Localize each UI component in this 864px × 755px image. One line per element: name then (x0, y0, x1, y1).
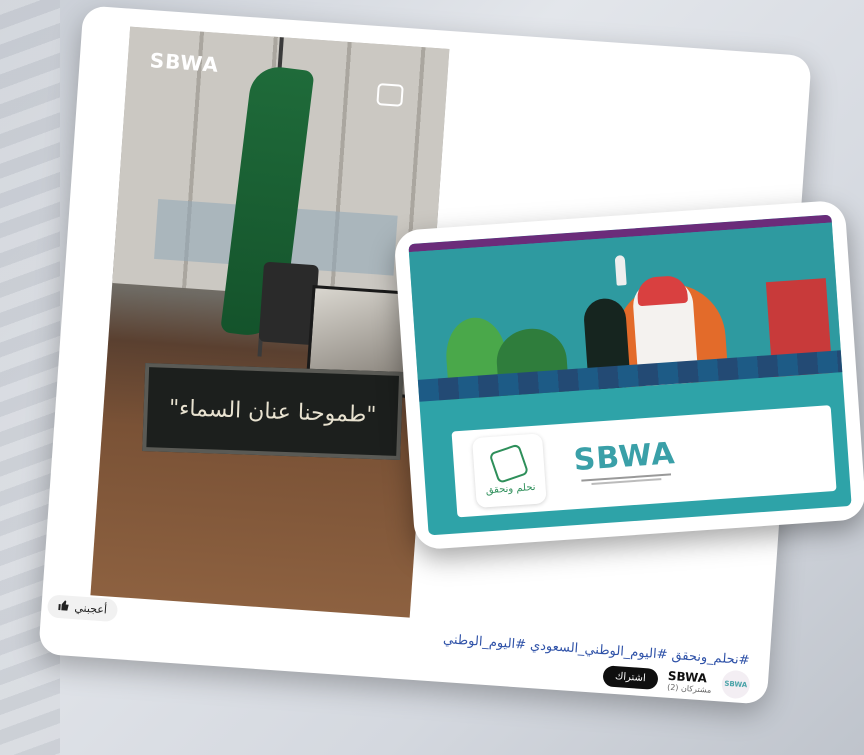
dream-achieve-logo: نحلم ونحقق (472, 433, 547, 509)
dream-achieve-icon (488, 442, 530, 484)
desk-nameplate: "طموحنا عنان السماء" (142, 363, 404, 460)
nameplate-text: "طموحنا عنان السماء" (168, 395, 377, 428)
channel-avatar[interactable]: SBWA (720, 669, 751, 700)
dream-achieve-text: نحلم ونحقق (485, 481, 536, 496)
video-brand-mark-icon (359, 79, 421, 116)
like-label: أعجبني (74, 602, 108, 617)
illustration-shemagh (636, 274, 689, 307)
logo-panel: نحلم ونحقق SBWA (451, 405, 837, 518)
channel-subscriber-count: مشتركان (2) (666, 682, 712, 695)
banner-card: نحلم ونحقق SBWA (393, 199, 864, 551)
channel-info: SBWA مشتركان (2) (667, 668, 713, 694)
post-hashtags[interactable]: #نحلم_ونحقق #اليوم_الوطني_السعودي #اليوم… (400, 629, 750, 668)
thumbs-up-icon (57, 599, 70, 615)
rocket-icon (614, 255, 627, 286)
sbwa-logo: SBWA (573, 436, 678, 490)
subscribe-button[interactable]: اشتراك (602, 664, 659, 690)
like-button[interactable]: أعجبني (46, 594, 118, 623)
national-day-illustration (408, 222, 843, 402)
video-watermark-logo: SBWA (149, 48, 220, 77)
video-player[interactable]: SBWA "طموحنا عنان السماء" (90, 26, 450, 618)
banner-image: نحلم ونحقق SBWA (408, 214, 852, 536)
